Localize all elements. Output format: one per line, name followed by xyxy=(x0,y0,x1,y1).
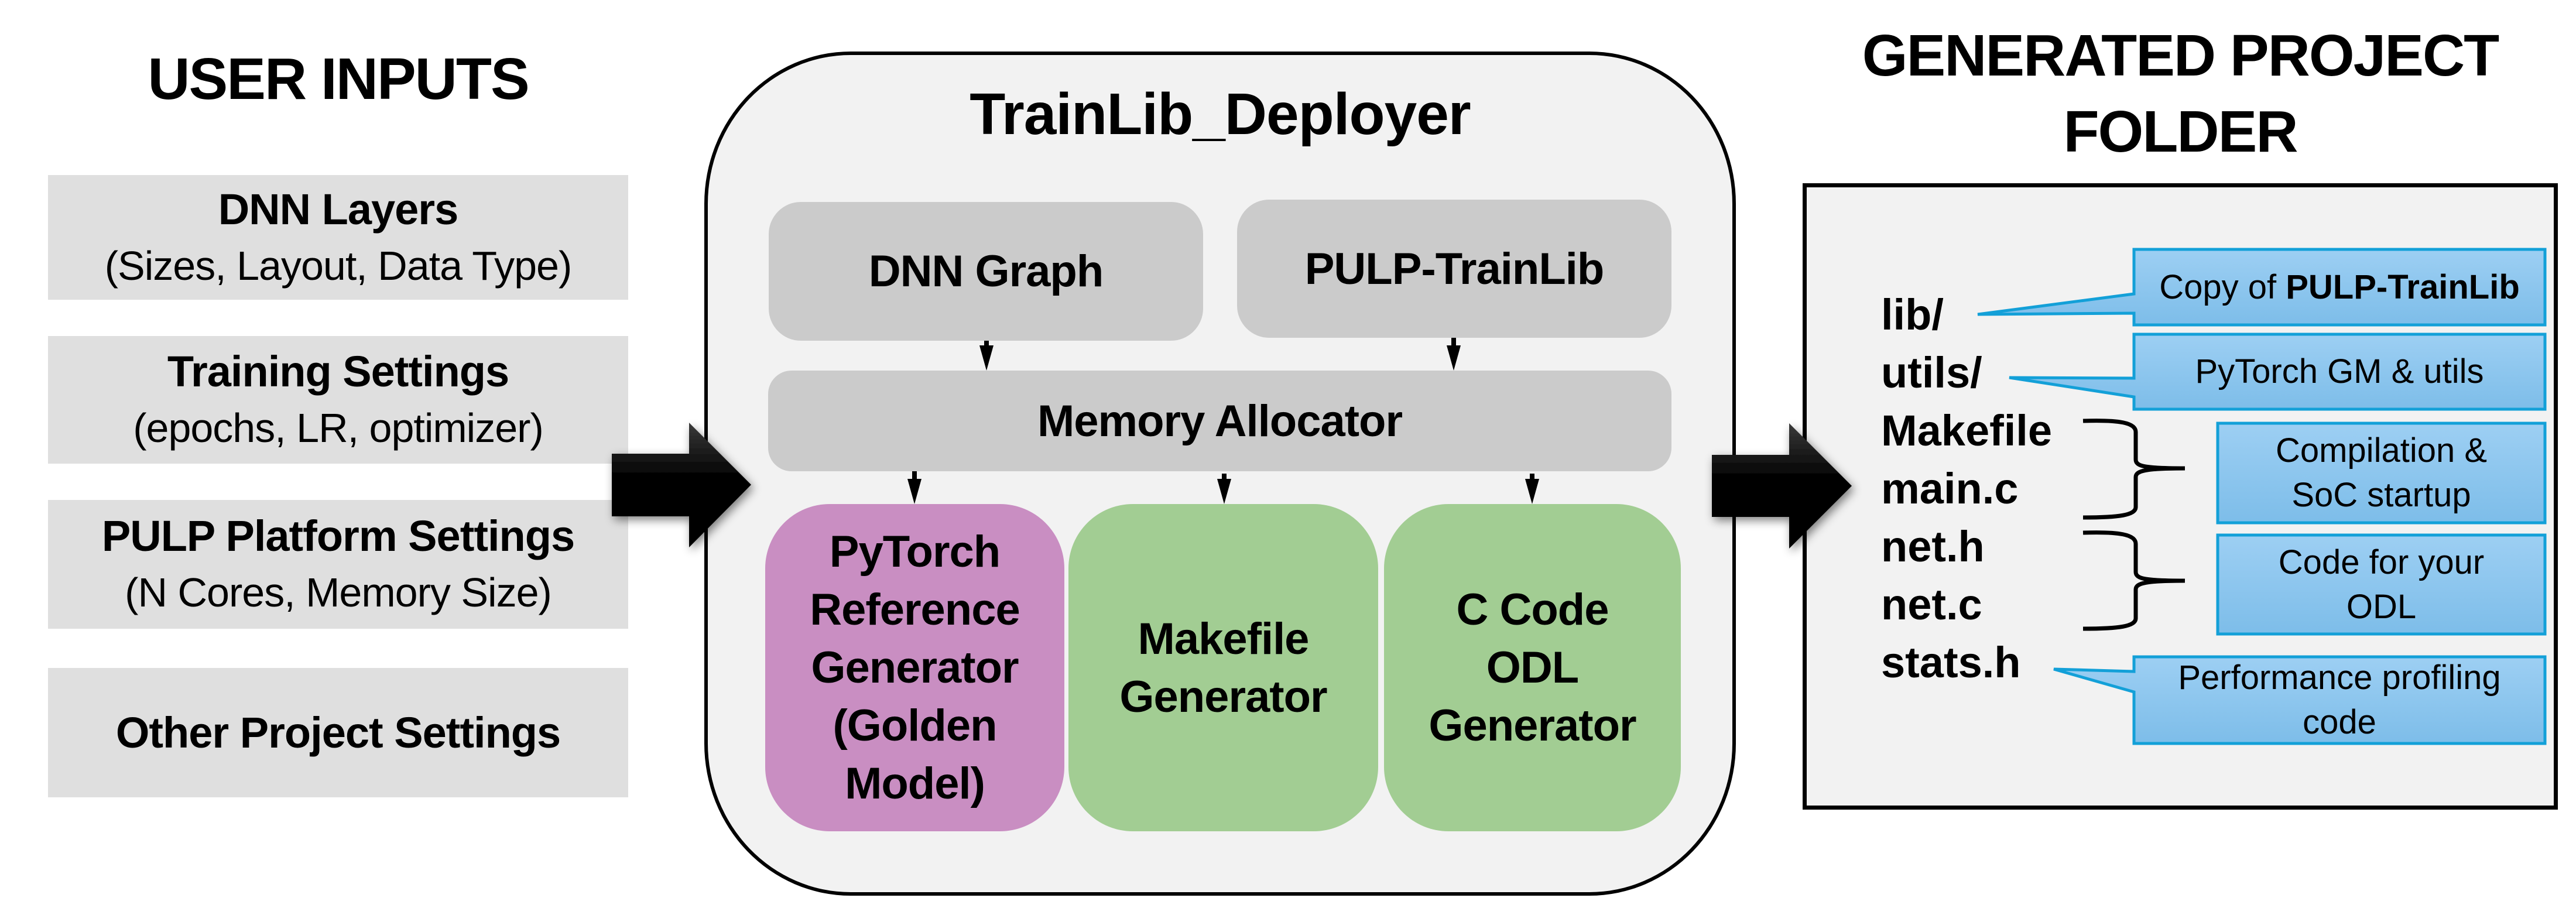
diagram-overlay xyxy=(612,248,2547,745)
callout-utils: PyTorch GM & utils xyxy=(2136,336,2543,407)
brace-net-files-icon xyxy=(2082,530,2186,631)
trainlib-to-allocator-arrow-icon xyxy=(1447,338,1461,371)
allocator-to-makefile-arrow-icon xyxy=(1217,474,1231,504)
file-stats-h: stats.h xyxy=(1881,638,2021,687)
dnn-graph-to-allocator-arrow-icon xyxy=(979,341,994,371)
file-main-c: main.c xyxy=(1881,464,2019,513)
file-utils: utils/ xyxy=(1881,348,1982,397)
callout-bold: PULP-TrainLib xyxy=(2286,268,2520,306)
callout-compilation: Compilation & SoC startup xyxy=(2219,425,2543,521)
callout-line: SoC startup xyxy=(2291,476,2471,514)
callout-line: ODL xyxy=(2346,587,2417,626)
callout-line: Compilation & xyxy=(2275,431,2488,470)
callout-lib: Copy of PULP-TrainLib xyxy=(2136,251,2543,323)
allocator-to-pytorch-arrow-icon xyxy=(907,471,922,504)
callout-line: code xyxy=(2303,703,2376,741)
file-net-h: net.h xyxy=(1881,522,1985,571)
callout-line: Code for your xyxy=(2278,543,2485,581)
input-to-deployer-arrow-icon xyxy=(612,423,751,547)
brace-makefile-main-icon xyxy=(2082,419,2186,520)
file-lib: lib/ xyxy=(1881,290,1944,339)
file-makefile: Makefile xyxy=(1881,406,2053,455)
file-net-c: net.c xyxy=(1881,580,1982,629)
callout-line: Performance profiling xyxy=(2178,659,2501,697)
deployer-to-folder-arrow-icon xyxy=(1712,423,1852,549)
callout-stats: Performance profiling code xyxy=(2136,659,2543,742)
callout-lib-text: Copy of PULP-TrainLib xyxy=(2159,265,2520,310)
callout-odl-code: Code for your ODL xyxy=(2219,537,2543,632)
callout-line: PyTorch GM & utils xyxy=(2195,352,2484,390)
allocator-to-ccode-arrow-icon xyxy=(1525,474,1539,504)
callout-prefix: Copy of xyxy=(2159,268,2286,306)
